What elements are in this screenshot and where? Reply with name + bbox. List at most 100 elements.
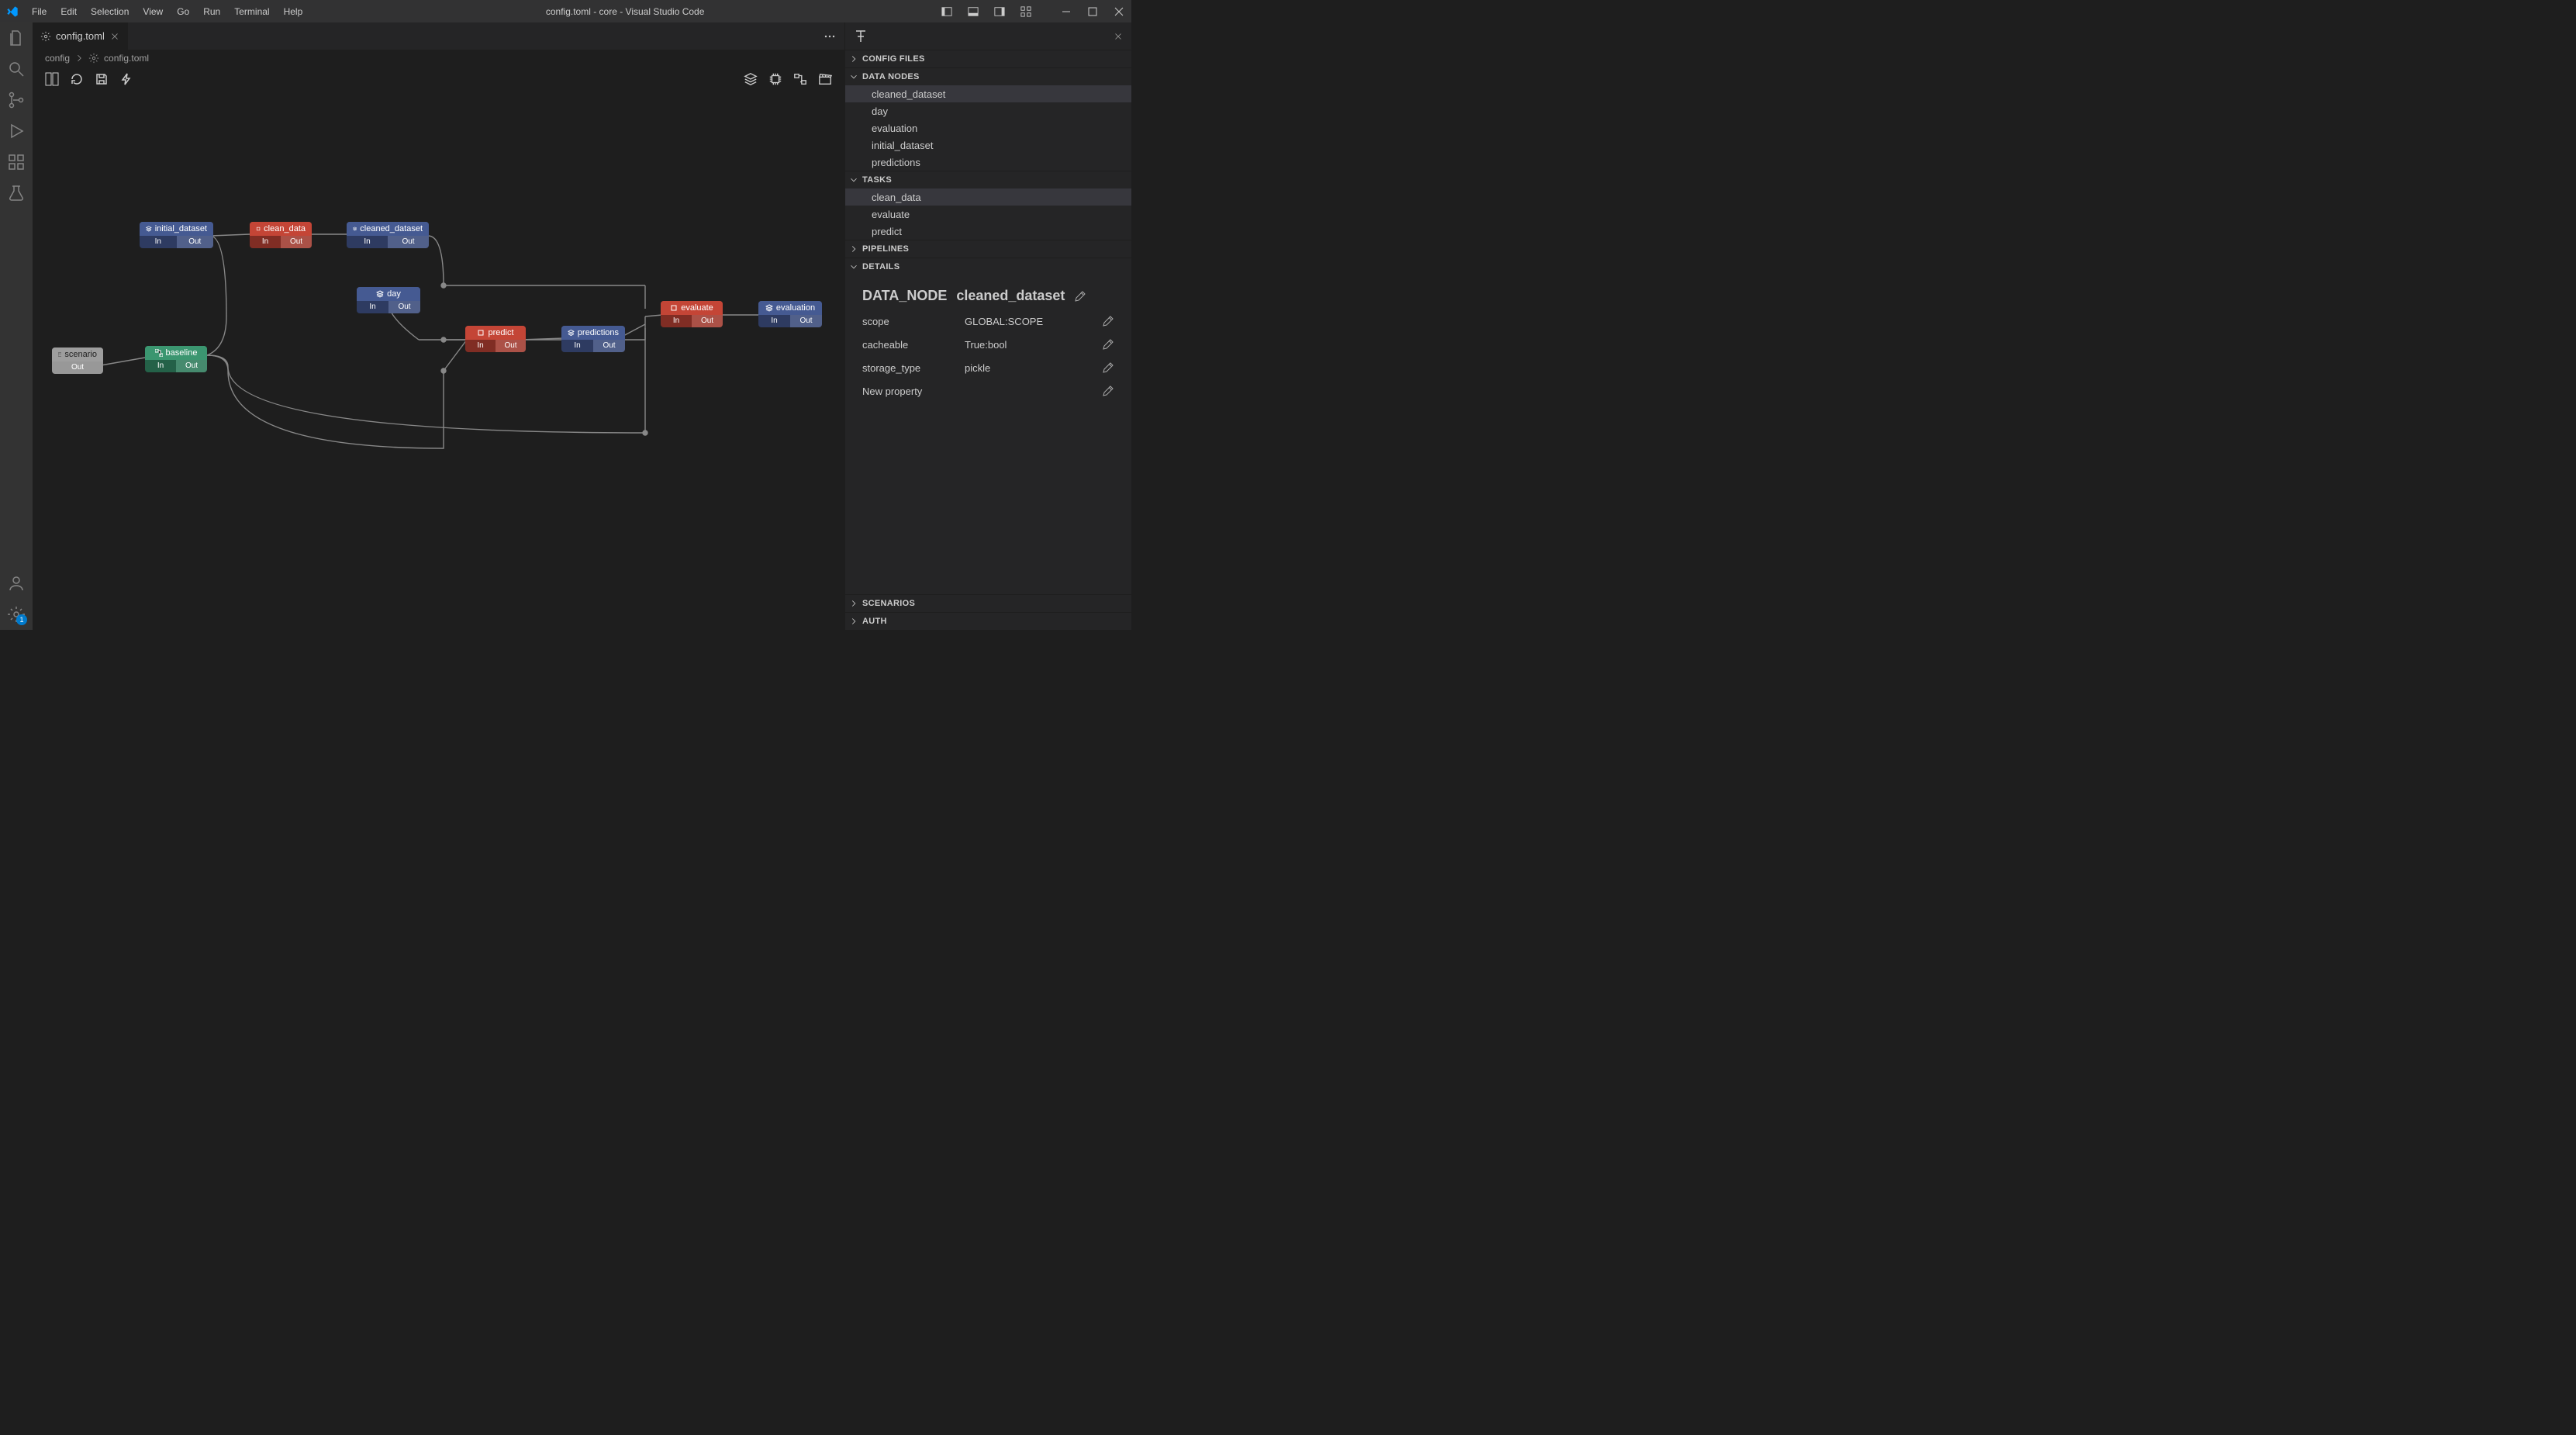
flow-icon[interactable] xyxy=(793,72,807,86)
titlebar: File Edit Selection View Go Run Terminal… xyxy=(0,0,1131,22)
menu-file[interactable]: File xyxy=(25,3,54,20)
panel-right-icon[interactable] xyxy=(993,5,1006,18)
pencil-icon[interactable] xyxy=(1102,315,1114,327)
section-config-files[interactable]: CONFIG FILES xyxy=(845,50,1131,67)
sidebar-item-predict[interactable]: predict xyxy=(845,223,1131,240)
section-tasks[interactable]: TASKS xyxy=(845,171,1131,188)
pencil-icon[interactable] xyxy=(1102,385,1114,397)
prop-value: GLOBAL:SCOPE xyxy=(965,316,1093,327)
menu-go[interactable]: Go xyxy=(170,3,196,20)
section-label: TASKS xyxy=(862,175,892,185)
layout-icon[interactable] xyxy=(45,72,59,86)
sidebar-item-initial-dataset[interactable]: initial_dataset xyxy=(845,137,1131,154)
node-predictions[interactable]: predictions InOut xyxy=(561,326,625,352)
run-debug-icon[interactable] xyxy=(7,122,26,140)
section-pipelines[interactable]: PIPELINES xyxy=(845,240,1131,258)
breadcrumb-folder[interactable]: config xyxy=(45,53,70,64)
node-label: scenario xyxy=(64,350,97,359)
chevron-right-icon xyxy=(848,598,859,609)
port-out[interactable]: Out xyxy=(281,236,312,248)
sidebar-item-evaluate[interactable]: evaluate xyxy=(845,206,1131,223)
customize-layout-icon[interactable] xyxy=(1020,5,1032,18)
port-in[interactable]: In xyxy=(661,315,692,327)
section-scenarios[interactable]: SCENARIOS xyxy=(845,595,1131,612)
window-title: config.toml - core - Visual Studio Code xyxy=(309,6,941,17)
port-in[interactable]: In xyxy=(347,236,388,248)
maximize-icon[interactable] xyxy=(1086,5,1099,18)
stack-icon[interactable] xyxy=(744,72,758,86)
node-evaluation[interactable]: evaluation InOut xyxy=(758,301,822,327)
clapper-icon[interactable] xyxy=(818,72,832,86)
breadcrumb[interactable]: config config.toml xyxy=(33,50,844,67)
accounts-icon[interactable] xyxy=(7,574,26,593)
port-in[interactable]: In xyxy=(357,301,388,313)
menu-view[interactable]: View xyxy=(136,3,170,20)
port-in[interactable]: In xyxy=(758,315,790,327)
testing-icon[interactable] xyxy=(7,184,26,202)
menu-help[interactable]: Help xyxy=(277,3,310,20)
refresh-icon[interactable] xyxy=(70,72,84,86)
port-out[interactable]: Out xyxy=(388,236,429,248)
node-cleaned-dataset[interactable]: cleaned_dataset InOut xyxy=(347,222,429,248)
node-day[interactable]: day InOut xyxy=(357,287,420,313)
pencil-icon[interactable] xyxy=(1074,290,1086,303)
port-out[interactable]: Out xyxy=(388,301,420,313)
section-label: PIPELINES xyxy=(862,244,909,254)
tab-config-toml[interactable]: config.toml xyxy=(33,22,129,50)
sidebar-item-evaluation[interactable]: evaluation xyxy=(845,119,1131,137)
close-icon[interactable] xyxy=(1113,31,1124,42)
pencil-icon[interactable] xyxy=(1102,338,1114,351)
breadcrumb-file[interactable]: config.toml xyxy=(104,53,149,64)
pencil-icon[interactable] xyxy=(1102,361,1114,374)
node-label: predict xyxy=(488,328,513,337)
graph-canvas[interactable]: scenario Out baseline InOut initial_data… xyxy=(33,92,844,630)
node-evaluate[interactable]: evaluate InOut xyxy=(661,301,723,327)
close-icon[interactable] xyxy=(1113,5,1125,18)
node-label: cleaned_dataset xyxy=(360,224,423,233)
explorer-icon[interactable] xyxy=(7,29,26,47)
port-out[interactable]: Out xyxy=(692,315,723,327)
port-out[interactable]: Out xyxy=(790,315,822,327)
port-in[interactable]: In xyxy=(465,340,496,352)
menu-edit[interactable]: Edit xyxy=(54,3,84,20)
node-baseline[interactable]: baseline InOut xyxy=(145,346,207,372)
port-in[interactable]: In xyxy=(145,360,176,372)
more-icon[interactable] xyxy=(823,29,837,43)
close-icon[interactable] xyxy=(109,31,120,42)
menu-selection[interactable]: Selection xyxy=(84,3,136,20)
sidebar-item-day[interactable]: day xyxy=(845,102,1131,119)
node-initial-dataset[interactable]: initial_dataset InOut xyxy=(140,222,213,248)
prop-storage-type: storage_type pickle xyxy=(862,361,1114,374)
port-in[interactable]: In xyxy=(140,236,177,248)
port-out[interactable]: Out xyxy=(52,361,103,374)
section-details[interactable]: DETAILS xyxy=(845,258,1131,275)
port-in[interactable]: In xyxy=(561,340,593,352)
minimize-icon[interactable] xyxy=(1060,5,1072,18)
chevron-right-icon xyxy=(848,54,859,64)
sidebar-item-predictions[interactable]: predictions xyxy=(845,154,1131,171)
node-clean-data[interactable]: clean_data InOut xyxy=(250,222,312,248)
port-out[interactable]: Out xyxy=(496,340,526,352)
settings-icon[interactable]: 1 xyxy=(7,605,26,624)
section-auth[interactable]: AUTH xyxy=(845,613,1131,630)
source-control-icon[interactable] xyxy=(7,91,26,109)
node-scenario[interactable]: scenario Out xyxy=(52,348,103,374)
tab-label: config.toml xyxy=(56,30,105,42)
panel-bottom-icon[interactable] xyxy=(967,5,979,18)
node-predict[interactable]: predict InOut xyxy=(465,326,526,352)
bolt-icon[interactable] xyxy=(119,72,133,86)
sidebar-item-cleaned-dataset[interactable]: cleaned_dataset xyxy=(845,85,1131,102)
port-out[interactable]: Out xyxy=(593,340,625,352)
save-icon[interactable] xyxy=(95,72,109,86)
search-icon[interactable] xyxy=(7,60,26,78)
section-data-nodes[interactable]: DATA NODES xyxy=(845,68,1131,85)
menu-run[interactable]: Run xyxy=(196,3,227,20)
panel-left-icon[interactable] xyxy=(941,5,953,18)
port-out[interactable]: Out xyxy=(176,360,207,372)
sidebar-item-clean-data[interactable]: clean_data xyxy=(845,188,1131,206)
extensions-icon[interactable] xyxy=(7,153,26,171)
port-in[interactable]: In xyxy=(250,236,281,248)
menu-terminal[interactable]: Terminal xyxy=(227,3,276,20)
chip-icon[interactable] xyxy=(768,72,782,86)
port-out[interactable]: Out xyxy=(177,236,214,248)
